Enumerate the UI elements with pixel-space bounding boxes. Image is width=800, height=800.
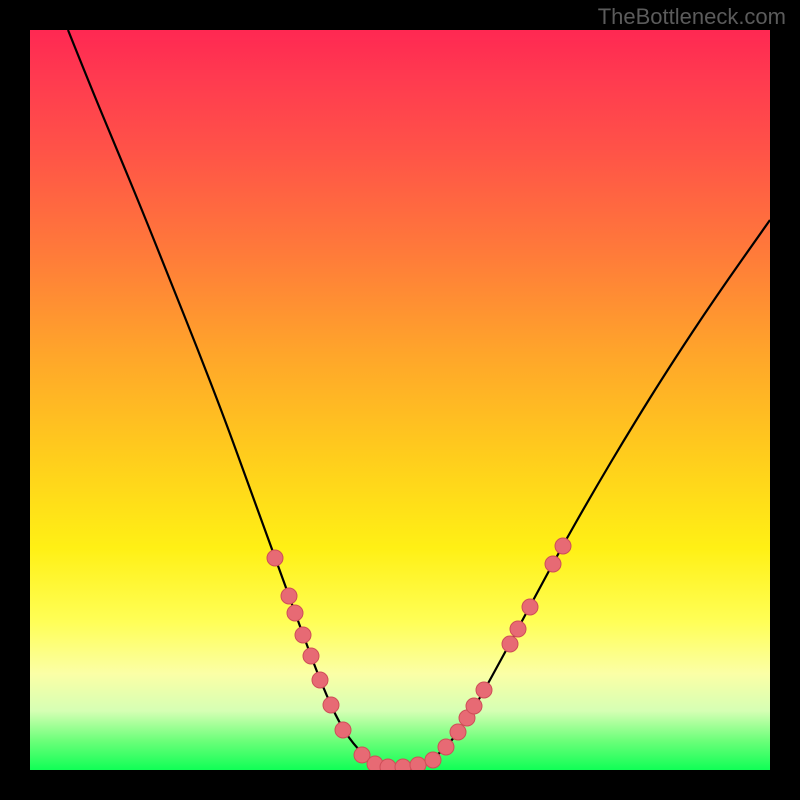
- curve-marker: [522, 599, 538, 615]
- curve-marker: [295, 627, 311, 643]
- curve-marker: [335, 722, 351, 738]
- curve-marker: [438, 739, 454, 755]
- curve-marker: [312, 672, 328, 688]
- curve-overlay: [30, 30, 770, 770]
- curve-marker: [303, 648, 319, 664]
- curve-marker: [466, 698, 482, 714]
- curve-marker: [395, 759, 411, 770]
- curve-marker: [510, 621, 526, 637]
- curve-marker: [545, 556, 561, 572]
- curve-marker: [267, 550, 283, 566]
- watermark-text: TheBottleneck.com: [598, 4, 786, 30]
- curve-markers: [267, 538, 571, 770]
- curve-marker: [287, 605, 303, 621]
- chart-container: TheBottleneck.com: [0, 0, 800, 800]
- curve-marker: [380, 759, 396, 770]
- curve-marker: [502, 636, 518, 652]
- curve-marker: [555, 538, 571, 554]
- curve-marker: [425, 752, 441, 768]
- plot-area: [30, 30, 770, 770]
- curve-marker: [476, 682, 492, 698]
- bottleneck-curve: [68, 30, 770, 767]
- curve-marker: [410, 757, 426, 770]
- curve-marker: [281, 588, 297, 604]
- curve-marker: [323, 697, 339, 713]
- curve-marker: [450, 724, 466, 740]
